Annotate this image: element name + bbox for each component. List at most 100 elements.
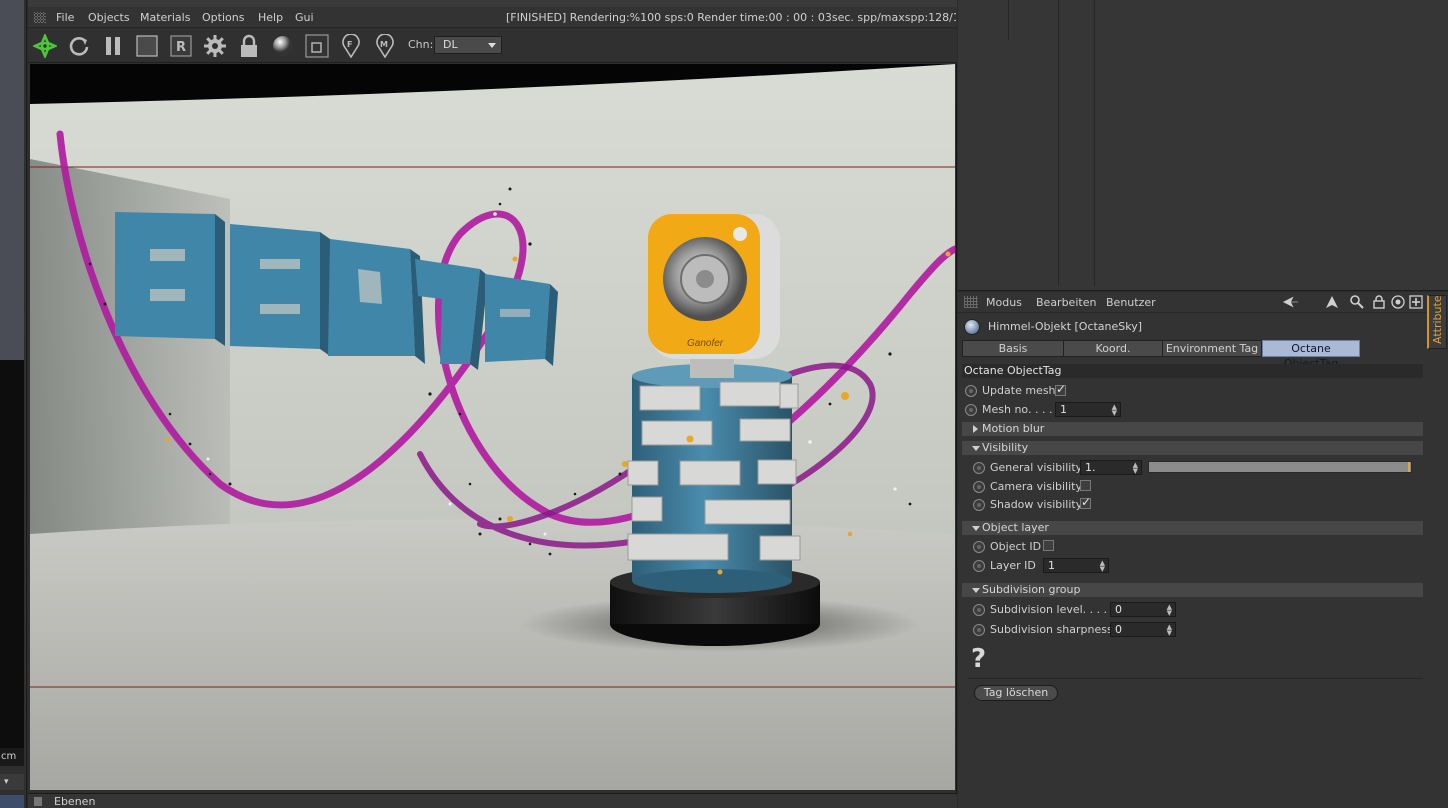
menu-objects[interactable]: Objects — [88, 10, 130, 25]
up-arrow-icon[interactable] — [1324, 294, 1340, 310]
column-divider — [1008, 0, 1009, 40]
animate-radio[interactable] — [973, 604, 985, 616]
visibility-label: Visibility — [982, 441, 1029, 454]
menu-benutzer[interactable]: Benutzer — [1106, 296, 1156, 309]
channel-label: Chn: — [408, 38, 434, 51]
clay-mode-icon[interactable] — [304, 33, 330, 59]
divider — [968, 678, 1423, 679]
stepper-icon[interactable]: ▲ ▼ — [1133, 462, 1138, 475]
back-arrow-icon[interactable] — [1282, 294, 1298, 310]
subdivision-group-label: Subdivision group — [982, 583, 1081, 596]
general-visibility-slider[interactable] — [1148, 461, 1412, 473]
object-layer-group[interactable]: Object layer — [962, 521, 1423, 535]
subdivision-sharpness-value: 0 — [1115, 623, 1122, 636]
visibility-group[interactable]: Visibility — [962, 441, 1423, 455]
update-mesh-label: Update mesh — [982, 384, 1056, 397]
slider-handle[interactable] — [1408, 462, 1410, 472]
robot-badge-text: Ganofer — [687, 338, 724, 349]
tab-attribute-vertical[interactable]: Attribute — [1427, 295, 1447, 349]
tab-octane-objecttag[interactable]: Octane ObjectTag — [1262, 340, 1360, 370]
camera-visibility-checkbox[interactable] — [1080, 480, 1091, 491]
viewer-toolbar: R F M Chn: DL — [28, 29, 957, 63]
tab-environment-tag[interactable]: Environment Tag — [1162, 340, 1262, 357]
tab-koord[interactable]: Koord. — [1063, 340, 1163, 357]
material-picker-icon[interactable]: M — [372, 33, 398, 59]
target-icon[interactable] — [1390, 294, 1406, 310]
channel-select[interactable]: DL — [434, 36, 502, 54]
menu-bearbeiten[interactable]: Bearbeiten — [1036, 296, 1096, 309]
animate-radio[interactable] — [973, 499, 985, 511]
stepper-icon[interactable]: ▲ ▼ — [1100, 560, 1105, 573]
region-render-icon[interactable]: R — [168, 33, 194, 59]
attribute-side-strip: Attribute — [1426, 292, 1448, 808]
lock-icon[interactable] — [1371, 294, 1387, 310]
svg-text:M: M — [380, 40, 388, 49]
material-ball-icon[interactable] — [270, 33, 296, 59]
sky-object-icon — [964, 319, 980, 335]
menu-file[interactable]: File — [56, 10, 74, 25]
layers-label[interactable]: Ebenen — [54, 795, 95, 808]
animate-radio[interactable] — [965, 404, 977, 416]
delete-tag-button[interactable]: Tag löschen — [974, 685, 1058, 701]
subdivision-level-field[interactable]: 0 ▲ ▼ — [1110, 602, 1176, 617]
stepper-icon[interactable]: ▲ ▼ — [1112, 404, 1117, 417]
render-image[interactable]: Ganofer — [30, 64, 955, 790]
shadow-visibility-checkbox[interactable]: ✓ — [1080, 495, 1091, 509]
subdivision-level-value: 0 — [1115, 603, 1122, 616]
help-icon[interactable]: ? — [971, 644, 986, 674]
menu-help[interactable]: Help — [258, 10, 283, 25]
grip-icon[interactable] — [34, 797, 42, 806]
tab-basis[interactable]: Basis — [962, 340, 1064, 357]
focus-picker-icon[interactable]: F — [338, 33, 364, 59]
subdivision-sharpness-field[interactable]: 0 ▲ ▼ — [1110, 622, 1176, 637]
mesh-no-field[interactable]: 1 ▲ ▼ — [1055, 402, 1121, 417]
stepper-icon[interactable]: ▲ ▼ — [1167, 624, 1172, 637]
menu-gui[interactable]: Gui — [295, 10, 314, 25]
menu-materials[interactable]: Materials — [140, 10, 190, 25]
new-panel-icon[interactable] — [1408, 294, 1424, 310]
grip-icon[interactable] — [34, 12, 46, 23]
update-mesh-checkbox[interactable]: ✓ — [1055, 382, 1066, 396]
chevron-down-icon — [972, 446, 980, 451]
stop-render-icon[interactable] — [134, 33, 160, 59]
general-visibility-value: 1. — [1085, 461, 1096, 474]
lock-icon[interactable] — [236, 33, 262, 59]
animate-radio[interactable] — [973, 624, 985, 636]
attribute-manager: Modus Bearbeiten Benutzer Himmel-Objekt … — [958, 292, 1426, 808]
channel-select-value: DL — [443, 38, 458, 51]
animate-radio[interactable] — [973, 541, 985, 553]
unit-dropdown[interactable]: ▾ — [0, 774, 24, 790]
search-icon[interactable] — [1349, 294, 1365, 310]
animate-radio[interactable] — [965, 385, 977, 397]
animate-radio[interactable] — [973, 560, 985, 572]
octane-logo-icon[interactable] — [32, 33, 58, 59]
animate-radio[interactable] — [973, 481, 985, 493]
column-divider — [1058, 0, 1059, 286]
stepper-icon[interactable]: ▲ ▼ — [1167, 604, 1172, 617]
attribute-tabs: Basis Koord. Environment Tag Octane Obje… — [962, 340, 1382, 370]
attribute-tab-label: Attribute — [1431, 295, 1444, 344]
motion-blur-group[interactable]: Motion blur — [962, 422, 1423, 436]
layout-icon[interactable] — [0, 795, 24, 808]
subdivision-group[interactable]: Subdivision group — [962, 583, 1423, 597]
object-layer-label: Object layer — [982, 521, 1049, 534]
general-visibility-field[interactable]: 1. ▲ ▼ — [1080, 460, 1142, 475]
chevron-down-icon — [972, 588, 980, 593]
restart-render-icon[interactable] — [66, 33, 92, 59]
pause-render-icon[interactable] — [100, 33, 126, 59]
menu-modus[interactable]: Modus — [986, 296, 1022, 309]
subdivision-level-label: Subdivision level. . . . . — [990, 603, 1115, 616]
mesh-no-value: 1 — [1060, 403, 1067, 416]
settings-gear-icon[interactable] — [202, 33, 228, 59]
attribute-menubar: Modus Bearbeiten Benutzer — [958, 292, 1426, 313]
grip-icon[interactable] — [964, 296, 978, 308]
object-manager-panel — [958, 0, 1448, 291]
mesh-no-label: Mesh no. . . . — [982, 403, 1053, 416]
motion-blur-label: Motion blur — [982, 422, 1045, 435]
menu-options[interactable]: Options — [202, 10, 244, 25]
unit-field[interactable]: cm — [0, 748, 24, 766]
animate-radio[interactable] — [973, 462, 985, 474]
layer-id-field[interactable]: 1 ▲ ▼ — [1043, 558, 1109, 573]
subdivision-sharpness-label: Subdivision sharpness — [990, 623, 1113, 636]
object-id-checkbox[interactable] — [1043, 540, 1054, 551]
